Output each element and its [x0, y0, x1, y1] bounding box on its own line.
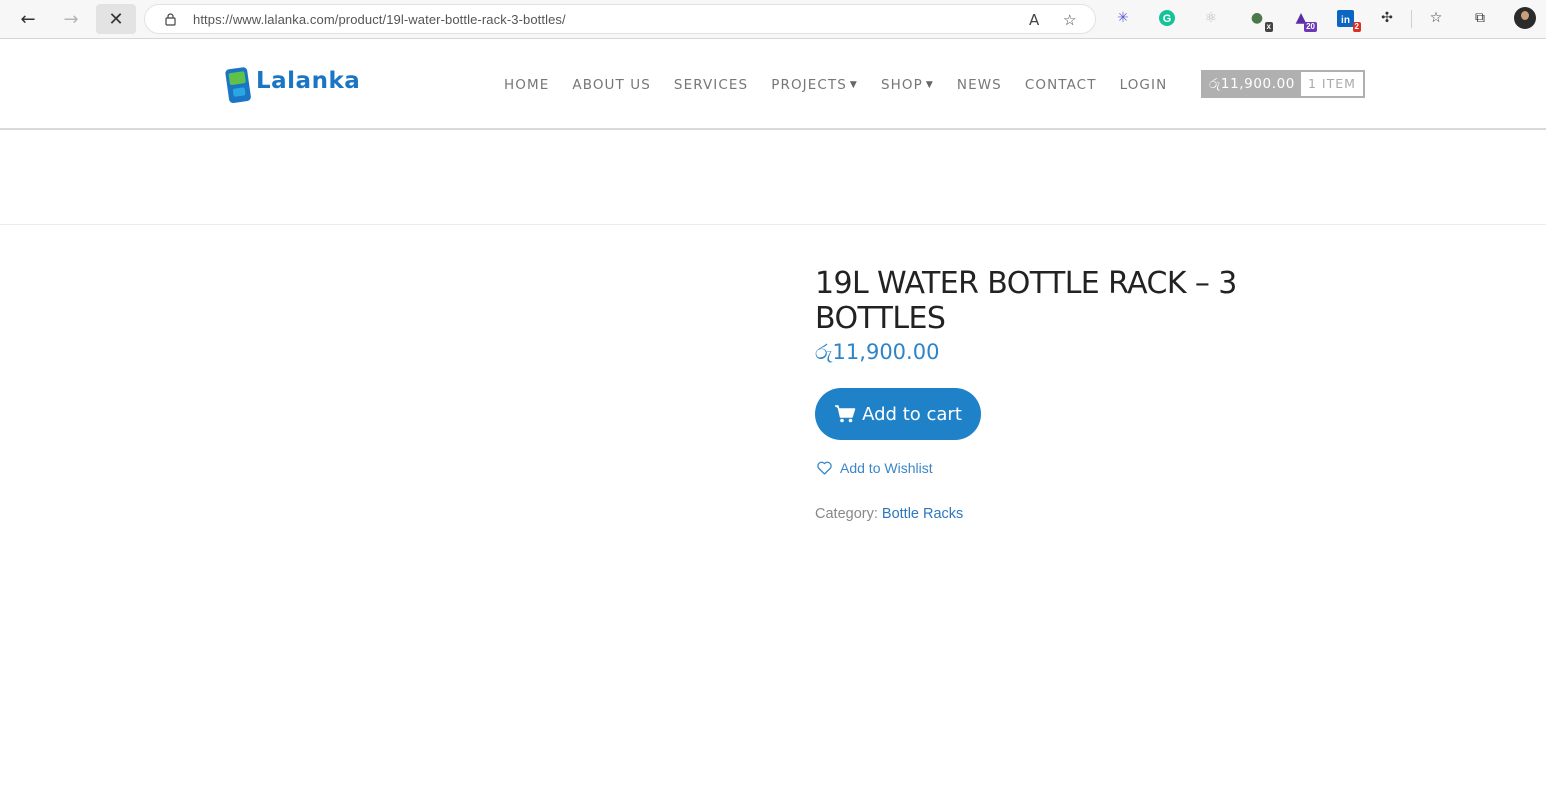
menu-item-label[interactable]: ABOUT US — [572, 77, 651, 93]
menu-item-label[interactable]: SHOP — [881, 77, 923, 93]
menu-item-login[interactable]: LOGIN — [1120, 77, 1168, 93]
linkedin-icon[interactable]: in 2 — [1335, 8, 1361, 32]
menu-item-label[interactable]: PROJECTS — [771, 77, 847, 93]
site-header: Lalanka HOME ABOUT US SERVICES PROJECTS ▼… — [0, 40, 1546, 130]
add-to-cart-label: Add to cart — [862, 403, 962, 425]
menu-item-about-us[interactable]: ABOUT US — [572, 77, 651, 93]
grammarly-icon[interactable]: G — [1157, 8, 1177, 28]
logo-mark-icon — [225, 67, 251, 103]
back-arrow-icon[interactable]: ← — [12, 4, 44, 34]
double-chevron-down-icon[interactable]: ▼ — [850, 80, 858, 90]
menu-item-home[interactable]: HOME — [504, 77, 549, 93]
menu-item-label[interactable]: HOME — [504, 77, 549, 93]
url-text[interactable]: https://www.lalanka.com/product/19l-wate… — [193, 12, 566, 27]
shopping-cart-icon — [835, 405, 856, 423]
address-bar[interactable]: https://www.lalanka.com/product/19l-wate… — [144, 4, 1096, 34]
browser-toolbar: ← → ✕ https://www.lalanka.com/product/19… — [0, 0, 1546, 39]
heart-icon — [817, 461, 832, 475]
stop-loading-icon[interactable]: ✕ — [96, 4, 136, 34]
add-favorite-icon[interactable]: ☆ — [1063, 11, 1076, 29]
add-to-cart-button[interactable]: Add to cart — [815, 388, 981, 440]
forward-arrow-icon[interactable]: → — [55, 4, 87, 34]
favorites-icon[interactable]: ☆ — [1426, 8, 1446, 28]
category-link-bottle-racks[interactable]: Bottle Racks — [882, 506, 963, 522]
profile-avatar[interactable] — [1514, 7, 1536, 29]
svg-text:in: in — [1341, 15, 1350, 26]
menu-item-projects[interactable]: PROJECTS ▼ — [771, 77, 858, 93]
menu-item-label[interactable]: LOGIN — [1120, 77, 1168, 93]
ai-assistant-icon[interactable]: ✳ — [1113, 8, 1133, 28]
product-category: Category: Bottle Racks — [815, 506, 963, 522]
site-logo[interactable]: Lalanka — [224, 64, 374, 106]
wishlist-label[interactable]: Add to Wishlist — [840, 460, 933, 476]
notes-extension-icon[interactable]: ● x — [1247, 8, 1273, 32]
collections-icon[interactable]: ⧉ — [1470, 8, 1490, 28]
content-divider — [0, 224, 1546, 225]
scholar-extension-icon[interactable]: ▲ 20 — [1291, 8, 1317, 32]
menu-item-label[interactable]: NEWS — [957, 77, 1002, 93]
header-cart[interactable]: රු11,900.00 1 ITEM — [1201, 70, 1365, 98]
svg-text:G: G — [1163, 13, 1172, 25]
main-menu: HOME ABOUT US SERVICES PROJECTS ▼ SHOP ▼ N… — [504, 77, 1190, 93]
menu-item-news[interactable]: NEWS — [957, 77, 1002, 93]
product-price: රු11,900.00 — [815, 340, 940, 364]
menu-item-contact[interactable]: CONTACT — [1025, 77, 1097, 93]
cart-count[interactable]: 1 ITEM — [1301, 72, 1363, 96]
react-devtools-icon[interactable]: ⚛ — [1201, 8, 1221, 28]
menu-item-label[interactable]: SERVICES — [674, 77, 748, 93]
logo-text: Lalanka — [256, 68, 361, 94]
product-title: 19L WATER BOTTLE RACK – 3 BOTTLES — [815, 266, 1237, 336]
menu-item-label[interactable]: CONTACT — [1025, 77, 1097, 93]
add-to-wishlist-link[interactable]: Add to Wishlist — [817, 460, 933, 476]
menu-item-services[interactable]: SERVICES — [674, 77, 748, 93]
toolbar-separator — [1411, 10, 1412, 28]
double-chevron-down-icon[interactable]: ▼ — [926, 80, 934, 90]
menu-item-shop[interactable]: SHOP ▼ — [881, 77, 934, 93]
read-aloud-icon[interactable]: A — [1029, 11, 1039, 29]
category-prefix: Category: — [815, 506, 878, 522]
extensions-puzzle-icon[interactable]: ✣ — [1377, 8, 1397, 28]
lock-icon[interactable] — [165, 13, 176, 26]
cart-total[interactable]: රු11,900.00 — [1203, 72, 1301, 96]
